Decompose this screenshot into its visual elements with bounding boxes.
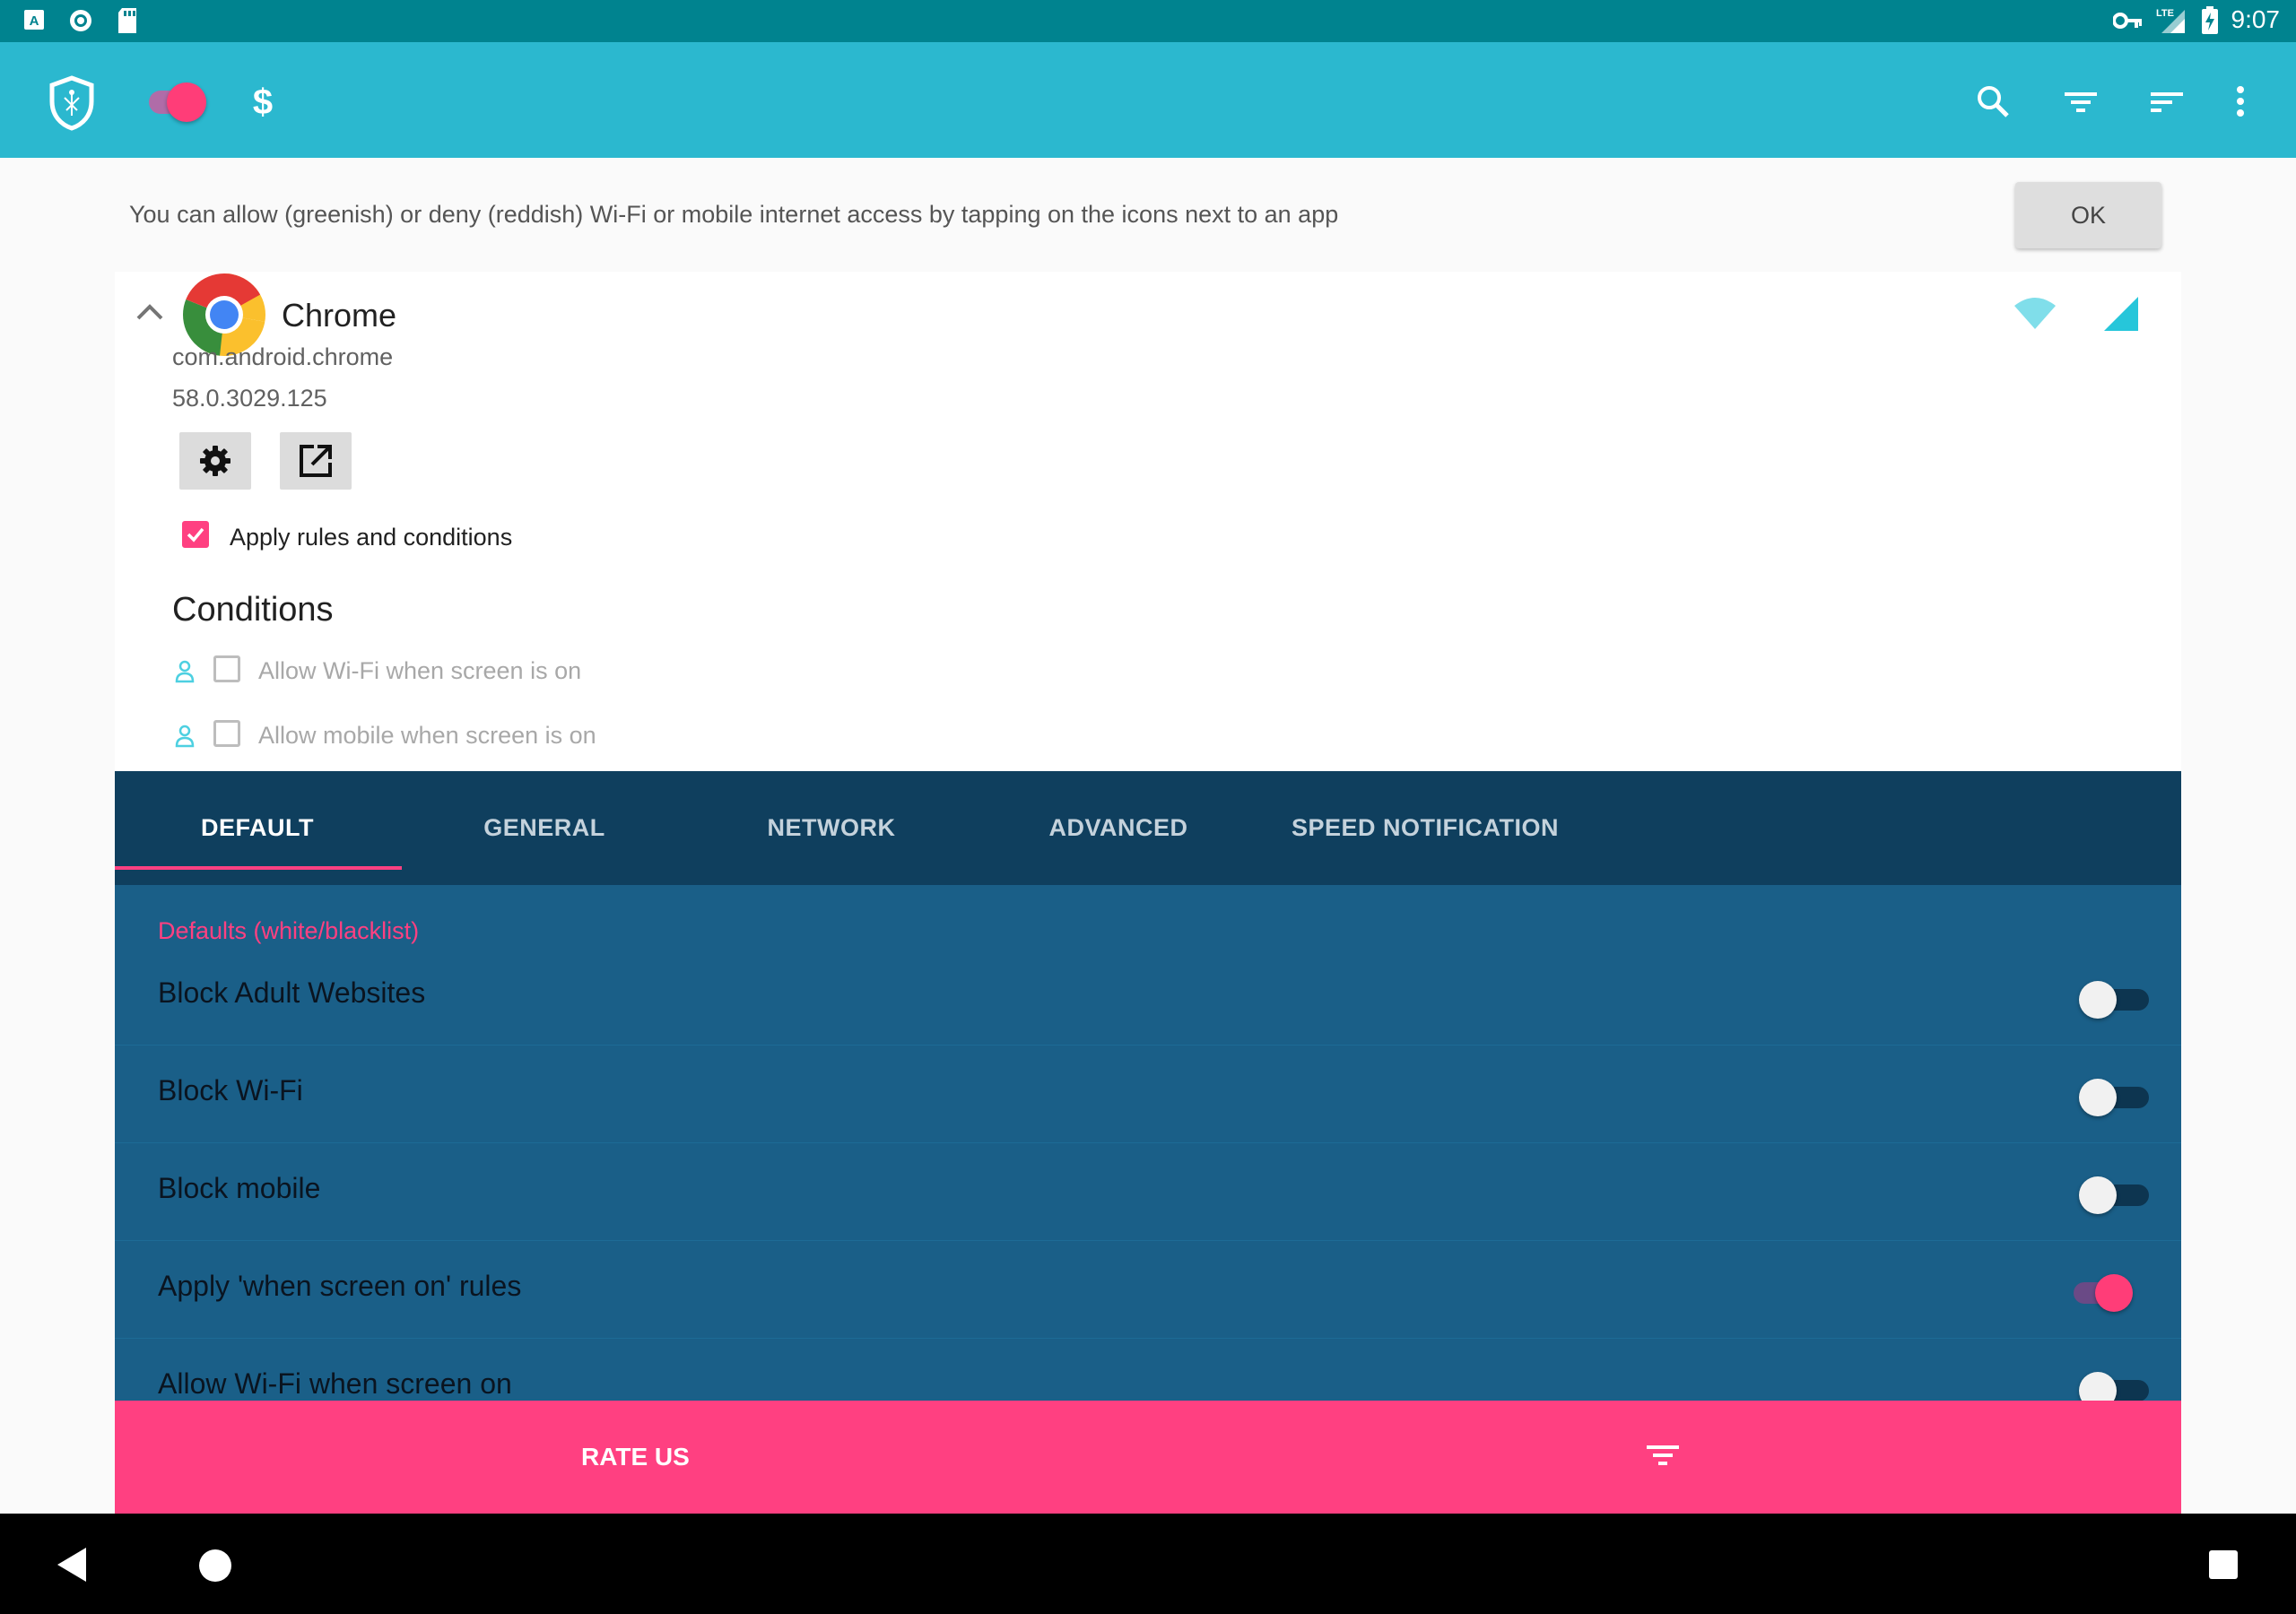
filter-icon[interactable]	[2063, 87, 2099, 117]
sd-card-icon	[118, 8, 136, 33]
apply-rules-label: Apply rules and conditions	[230, 524, 513, 551]
hint-text: You can allow (greenish) or deny (reddis…	[129, 201, 1339, 228]
setting-row-block-adult[interactable]: Block Adult Websites	[115, 948, 2181, 1046]
tab-advanced[interactable]: ADVANCED	[976, 771, 1261, 885]
rate-us-button[interactable]: RATE US	[581, 1401, 690, 1514]
cellular-icon[interactable]	[2102, 295, 2140, 333]
section-title: Defaults (white/blacklist)	[158, 917, 420, 944]
setting-label: Block Wi-Fi	[158, 1074, 303, 1106]
setting-row-wifi-screen-on[interactable]: Allow Wi-Fi when screen on	[115, 1339, 2181, 1401]
settings-gear-icon	[200, 446, 230, 476]
app-version: 58.0.3029.125	[172, 385, 327, 412]
bottom-action-bar: RATE US	[115, 1401, 2181, 1514]
app-card: Chrome com.android.chrome 58.0.3029.125 …	[115, 272, 2181, 771]
condition-wifi-screen-on-checkbox[interactable]	[213, 655, 240, 682]
setting-label: Apply 'when screen on' rules	[158, 1270, 522, 1302]
checkmark-icon	[187, 527, 204, 542]
setting-label: Allow Wi-Fi when screen on	[158, 1367, 512, 1400]
tab-network[interactable]: NETWORK	[689, 771, 974, 885]
conditions-title: Conditions	[172, 591, 334, 629]
recents-icon[interactable]	[2208, 1549, 2239, 1580]
back-icon[interactable]	[54, 1546, 90, 1584]
master-switch[interactable]	[147, 42, 212, 158]
condition-mobile-screen-on-checkbox[interactable]	[213, 720, 240, 747]
tab-general[interactable]: GENERAL	[402, 771, 687, 885]
setting-row-block-mobile[interactable]: Block mobile	[115, 1143, 2181, 1241]
lte-signal-icon: LTE	[2156, 8, 2185, 33]
filter-icon[interactable]	[1645, 1442, 1681, 1471]
svg-text:A: A	[30, 13, 39, 29]
overflow-menu-icon[interactable]	[2231, 83, 2249, 119]
svg-text:$: $	[253, 82, 273, 121]
screen-on-person-icon	[175, 660, 195, 683]
collapse-chevron-icon[interactable]	[135, 302, 165, 322]
shield-icon[interactable]	[47, 74, 97, 132]
app-settings-button[interactable]	[179, 432, 251, 490]
sync-notification-icon	[70, 10, 91, 31]
apply-rules-checkbox[interactable]	[182, 521, 209, 548]
home-icon[interactable]	[197, 1548, 233, 1584]
dollar-icon[interactable]: $	[249, 82, 276, 121]
launch-icon	[300, 445, 332, 477]
screen-on-person-icon	[175, 725, 195, 748]
sort-icon[interactable]	[2149, 87, 2185, 117]
clock: 9:07	[2231, 5, 2281, 33]
app-toolbar: $	[0, 42, 2296, 158]
condition-mobile-screen-on-label: Allow mobile when screen is on	[258, 722, 596, 749]
app-package: com.android.chrome	[172, 343, 394, 370]
settings-panel: Defaults (white/blacklist) Block Adult W…	[115, 885, 2181, 1401]
ok-button[interactable]: OK	[2015, 182, 2161, 248]
condition-wifi-screen-on-label: Allow Wi-Fi when screen is on	[258, 657, 582, 684]
vpn-key-icon	[2113, 13, 2142, 29]
setting-label: Block Adult Websites	[158, 976, 426, 1009]
tab-speed-notification[interactable]: SPEED NOTIFICATION	[1263, 771, 1632, 885]
keyboard-notification-icon: A	[24, 10, 44, 30]
setting-row-screen-on-rules[interactable]: Apply 'when screen on' rules	[115, 1241, 2181, 1339]
wifi-icon[interactable]	[2013, 295, 2057, 331]
search-icon[interactable]	[1975, 83, 2011, 119]
status-bar: A LTE 9:07	[0, 0, 2296, 42]
app-launch-button[interactable]	[280, 432, 352, 490]
setting-row-block-wifi[interactable]: Block Wi-Fi	[115, 1046, 2181, 1143]
settings-tabs: DEFAULT GENERAL NETWORK ADVANCED SPEED N…	[115, 771, 2181, 885]
setting-label: Block mobile	[158, 1172, 321, 1204]
app-name: Chrome	[282, 297, 397, 334]
system-navigation-bar	[0, 1514, 2296, 1614]
svg-text:LTE: LTE	[2156, 8, 2174, 19]
tab-indicator	[115, 866, 402, 870]
battery-charging-icon	[2202, 6, 2218, 34]
